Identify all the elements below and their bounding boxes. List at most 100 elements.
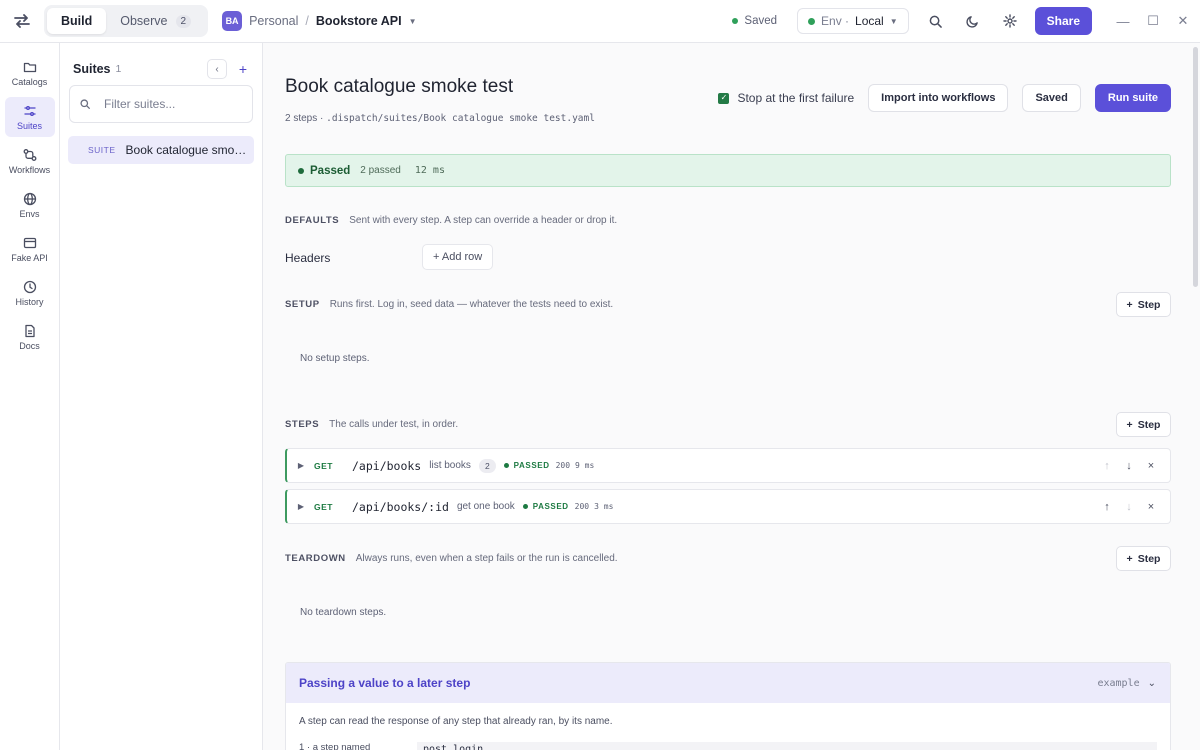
example-description: A step can read the response of any step…	[299, 716, 613, 727]
step-status: PASSED	[522, 502, 569, 511]
observe-count-badge: 2	[175, 14, 192, 28]
step-path: /api/books	[352, 458, 422, 473]
rail-item-history[interactable]: History	[5, 273, 55, 313]
env-status-dot-icon	[808, 17, 816, 25]
filter-suites-input[interactable]	[104, 97, 234, 111]
mode-switch: Build Observe 2	[44, 5, 209, 37]
status-dot-icon	[503, 463, 509, 468]
top-bar: Build Observe 2 BA Personal / Bookstore A…	[0, 0, 1200, 43]
collapse-panel-chevron-left-icon[interactable]: ‹	[207, 59, 227, 79]
step-name: list books	[429, 460, 471, 471]
env-value: Local	[855, 14, 884, 28]
example-body: A step can read the response of any step…	[286, 703, 1170, 750]
suite-actions: ✓ Stop at the first failure Import into …	[718, 84, 1171, 112]
add-step-button[interactable]: + Step	[1116, 412, 1171, 437]
expand-triangle-icon[interactable]: ▶	[288, 461, 314, 470]
env-caret-down-icon: ▼	[889, 16, 898, 26]
run-result-banner: Passed 2 passed 12 ms	[285, 154, 1171, 187]
project-caret-down-icon[interactable]: ▼	[409, 17, 417, 26]
server-icon	[23, 237, 36, 248]
suite-meta: 2 steps · .dispatch/suites/Book catalogu…	[285, 113, 595, 124]
rail-item-suites[interactable]: Suites	[4, 97, 55, 137]
maximize-window-icon[interactable]: ☐	[1140, 6, 1166, 36]
run-suite-button[interactable]: Run suite	[1094, 84, 1171, 112]
rail-item-envs[interactable]: Envs	[5, 185, 55, 225]
top-right-controls: Saved Env · Local ▼ Share — ☐ ✕	[732, 6, 1200, 36]
main-scrollbar[interactable]	[1193, 47, 1198, 287]
filter-suites-field[interactable]	[69, 85, 253, 123]
move-down-arrow-icon[interactable]: ↓	[1118, 501, 1140, 513]
move-down-arrow-icon[interactable]: ↓	[1118, 460, 1140, 472]
suites-header: Suites 1 ‹ +	[73, 59, 253, 79]
step-row-controls: ↑ ↓ ×	[1096, 501, 1162, 513]
app-logo-swap-icon[interactable]	[0, 14, 44, 28]
remove-step-close-icon[interactable]: ×	[1140, 460, 1162, 472]
workspace-name[interactable]: Personal	[249, 14, 298, 28]
result-status: Passed	[298, 165, 350, 177]
rail-item-catalogs[interactable]: Catalogs	[5, 53, 55, 93]
saved-indicator: Saved	[732, 15, 777, 27]
http-method: GET	[314, 460, 333, 471]
step-row[interactable]: ▶ GET /api/books/:id get one book PASSED…	[285, 489, 1171, 524]
rail-item-workflows[interactable]: Workflows	[5, 141, 55, 181]
example-line: 1 · a step named post login	[299, 742, 1157, 750]
add-suite-plus-icon[interactable]: +	[233, 59, 253, 79]
mode-build-tab[interactable]: Build	[47, 8, 107, 34]
stop-on-failure-checkbox[interactable]: ✓ Stop at the first failure	[718, 91, 854, 105]
step-count-badge: 2	[478, 458, 496, 473]
saved-dot-icon	[732, 18, 739, 24]
saved-button[interactable]: Saved	[1022, 84, 1081, 112]
step-row[interactable]: ▶ GET /api/books list books 2 PASSED 200…	[285, 448, 1171, 483]
environment-select[interactable]: Env · Local ▼	[797, 8, 909, 34]
search-icon[interactable]	[921, 6, 951, 36]
plus-icon: +	[1126, 298, 1133, 311]
share-button[interactable]: Share	[1034, 7, 1092, 35]
search-icon	[80, 99, 90, 109]
nav-rail: Catalogs Suites Workflows Envs Fake API …	[0, 43, 60, 750]
status-code: 200	[555, 461, 571, 470]
mode-observe-tab[interactable]: Observe 2	[106, 8, 205, 34]
suite-file-path: .dispatch/suites/Book catalogue smoke te…	[326, 113, 595, 124]
checkmark-icon: ✓	[718, 92, 730, 104]
folder-icon	[23, 62, 36, 72]
result-time: 12 ms	[414, 165, 445, 176]
clock-icon	[23, 280, 36, 293]
plus-icon: +	[1126, 418, 1133, 431]
expand-triangle-icon[interactable]: ▶	[288, 502, 314, 511]
close-window-icon[interactable]: ✕	[1170, 6, 1196, 36]
moon-theme-icon[interactable]	[958, 6, 988, 36]
example-header[interactable]: Passing a value to a later step example ⌄	[286, 663, 1170, 703]
add-teardown-step-button[interactable]: + Step	[1116, 546, 1171, 571]
step-path: /api/books/:id	[352, 499, 449, 514]
example-line-key: 1 · a step named	[299, 742, 371, 750]
import-into-workflows-button[interactable]: Import into workflows	[868, 84, 1009, 112]
remove-step-close-icon[interactable]: ×	[1140, 501, 1162, 513]
move-up-arrow-icon[interactable]: ↑	[1096, 460, 1118, 472]
step-name: get one book	[456, 501, 515, 512]
rail-item-fake-api[interactable]: Fake API	[5, 229, 55, 269]
example-card: Passing a value to a later step example ⌄…	[285, 662, 1171, 750]
headers-label: Headers	[285, 251, 331, 265]
gear-icon[interactable]	[995, 6, 1025, 36]
add-setup-step-button[interactable]: + Step	[1116, 292, 1171, 317]
step-status: PASSED	[503, 461, 550, 470]
project-name[interactable]: Bookstore API	[316, 14, 402, 28]
example-tag: example ⌄	[1097, 677, 1156, 689]
setup-section-label: SETUP Runs first. Log in, seed data — wha…	[285, 299, 614, 310]
defaults-section-label: DEFAULTS Sent with every step. A step can…	[285, 215, 618, 226]
suite-list-item[interactable]: SUITE Book catalogue smoke test	[68, 136, 254, 164]
rail-item-docs[interactable]: Docs	[5, 317, 55, 357]
suites-panel: Suites 1 ‹ + SUITE Book catalogue smoke …	[60, 43, 263, 750]
step-row-controls: ↑ ↓ ×	[1096, 460, 1162, 472]
chevron-down-icon[interactable]: ⌄	[1148, 678, 1156, 689]
steps-section-label: STEPS The calls under test, in order.	[285, 419, 459, 430]
add-header-row-button[interactable]: + Add row	[422, 244, 494, 270]
workspace-avatar[interactable]: BA	[222, 11, 243, 31]
workflow-icon	[23, 148, 36, 161]
result-count: 2 passed	[360, 165, 401, 176]
workspace-breadcrumb: BA Personal / Bookstore API ▼	[222, 11, 416, 31]
minimize-window-icon[interactable]: —	[1110, 6, 1136, 36]
move-up-arrow-icon[interactable]: ↑	[1096, 501, 1118, 513]
teardown-empty-text: No teardown steps.	[300, 607, 387, 618]
status-dot-icon	[522, 504, 528, 509]
